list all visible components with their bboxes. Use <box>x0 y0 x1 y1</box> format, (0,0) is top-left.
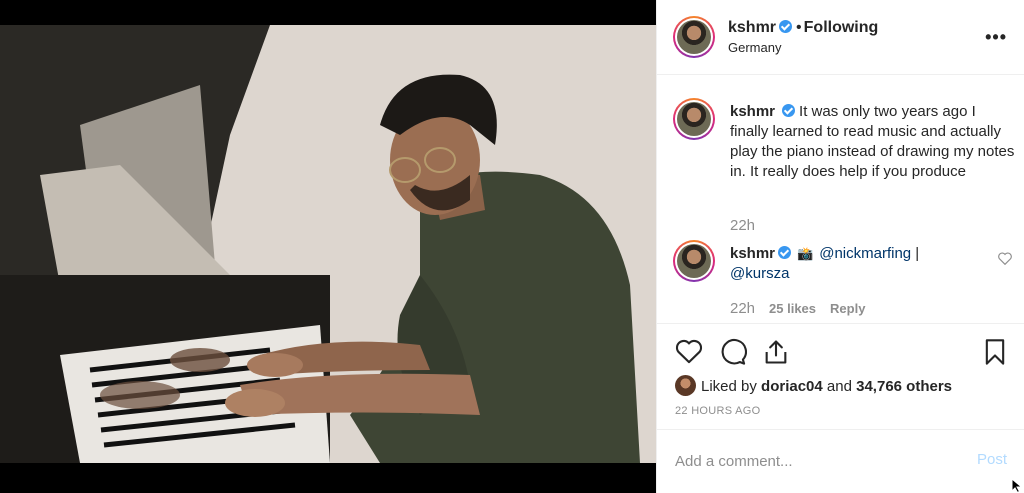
like-heart-icon[interactable] <box>675 338 703 369</box>
reply-button[interactable]: Reply <box>830 301 865 316</box>
caption-username[interactable]: kshmr <box>730 103 775 120</box>
add-comment-bar: Post <box>657 431 1024 493</box>
author-line: kshmr • Following <box>728 19 878 37</box>
location-link[interactable]: Germany <box>728 40 781 55</box>
verified-badge-icon <box>782 104 796 117</box>
comment-likes[interactable]: 25 likes <box>769 301 816 316</box>
comment-time[interactable]: 22h <box>730 300 755 317</box>
liked-and: and <box>826 378 852 395</box>
post-details-panel: kshmr • Following Germany ••• kshmr It was … <box>656 0 1024 493</box>
post-timestamp[interactable]: 22 HOURS AGO <box>675 405 761 417</box>
following-button[interactable]: Following <box>804 19 879 36</box>
verified-badge-icon <box>779 20 793 33</box>
comment-bubble-icon[interactable] <box>719 338 747 371</box>
post-actions: Liked by doriac04 and 34,766 others 22 H… <box>657 324 1024 430</box>
comments-section: kshmr It was only two years ago I finally… <box>657 76 1024 324</box>
comment-username[interactable]: kshmr <box>730 245 775 262</box>
post-comment-button[interactable]: Post <box>977 451 1007 468</box>
camera-emoji-icon: 📸 <box>797 246 814 261</box>
bottom-letterbox <box>0 463 656 493</box>
others-count[interactable]: 34,766 others <box>856 378 952 395</box>
liked-prefix: Liked by <box>701 378 757 395</box>
author-avatar[interactable] <box>673 16 715 58</box>
caption-time[interactable]: 22h <box>730 217 755 234</box>
separator-dot: • <box>796 19 802 36</box>
comment-like-heart-icon[interactable] <box>998 252 1012 270</box>
comment-avatar[interactable] <box>673 240 715 282</box>
caption-avatar[interactable] <box>673 98 715 140</box>
liked-by: Liked by doriac04 and 34,766 others <box>675 375 952 396</box>
author-username[interactable]: kshmr <box>728 19 776 36</box>
mention-link[interactable]: @nickmarfing <box>819 245 911 262</box>
comment-input[interactable] <box>675 449 955 473</box>
more-options-icon[interactable]: ••• <box>985 27 1007 48</box>
piano-player-photo <box>0 25 656 463</box>
top-letterbox <box>0 0 656 25</box>
comment: kshmr 📸 @nickmarfing | @kursza <box>730 244 985 284</box>
verified-badge-icon <box>778 246 792 259</box>
post-photo[interactable] <box>0 25 656 463</box>
post-header: kshmr • Following Germany ••• <box>657 0 1024 75</box>
caption: kshmr It was only two years ago I finally… <box>730 102 1015 182</box>
liker-username[interactable]: doriac04 <box>761 378 823 395</box>
mention-separator: | <box>911 245 920 262</box>
liker-avatar[interactable] <box>675 375 696 396</box>
mouse-cursor-icon <box>1011 477 1023 493</box>
mention-link[interactable]: @kursza <box>730 265 789 282</box>
share-icon[interactable] <box>762 338 790 371</box>
comment-meta: 22h 25 likes Reply <box>730 300 865 317</box>
save-bookmark-icon[interactable] <box>983 338 1007 371</box>
